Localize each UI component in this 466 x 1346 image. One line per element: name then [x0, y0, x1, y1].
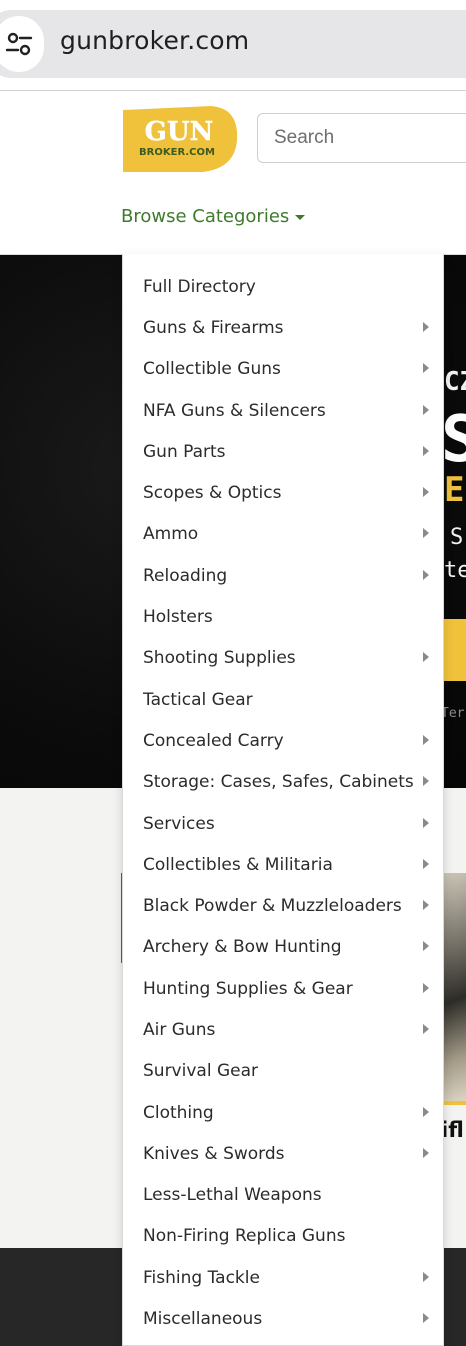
menu-item-label: Collectible Guns [143, 359, 281, 380]
chevron-right-icon [423, 487, 429, 498]
menu-item-label: Non-Firing Replica Guns [143, 1226, 346, 1247]
browse-categories-menu: Full Directory Guns & Firearms Collectible… [122, 254, 444, 1346]
chevron-right-icon [423, 900, 429, 911]
chevron-right-icon [423, 1271, 429, 1282]
menu-item[interactable]: Fishing Tackle [123, 1257, 443, 1298]
hero-text-fragment: CZ [444, 367, 466, 397]
chevron-right-icon [423, 569, 429, 580]
site-header: GUN BROKER.COM Browse Categories [0, 91, 466, 255]
chevron-right-icon [423, 1147, 429, 1158]
svg-text:GUN: GUN [145, 117, 214, 147]
chevron-right-icon [423, 941, 429, 952]
menu-item[interactable]: NFA Guns & Silencers [123, 390, 443, 431]
menu-item-label: Archery & Bow Hunting [143, 937, 342, 958]
browser-toolbar: gunbroker.com [0, 0, 466, 91]
gunbroker-logo[interactable]: GUN BROKER.COM [119, 104, 239, 174]
menu-item-label: Shooting Supplies [143, 648, 296, 669]
chevron-right-icon [423, 1106, 429, 1117]
menu-item-label: Storage: Cases, Safes, Cabinets [143, 772, 414, 793]
menu-item-label: Miscellaneous [143, 1309, 263, 1330]
menu-item-label: Concealed Carry [143, 730, 284, 751]
browse-categories-button[interactable]: Browse Categories [121, 206, 306, 227]
menu-item[interactable]: Miscellaneous [123, 1298, 443, 1339]
product-image[interactable] [444, 873, 466, 1101]
hero-subhead-fragment: E [444, 470, 465, 510]
site-settings-button[interactable] [0, 16, 44, 72]
menu-item-label: Knives & Swords [143, 1143, 285, 1164]
chevron-right-icon [423, 776, 429, 787]
chevron-right-icon [423, 1023, 429, 1034]
page: gunbroker.com GUN BROKER.COM Browse Cate… [0, 0, 466, 1346]
menu-item[interactable]: Air Guns [123, 1009, 443, 1050]
chevron-right-icon [423, 734, 429, 745]
chevron-right-icon [423, 445, 429, 456]
menu-item[interactable]: Scopes & Optics [123, 472, 443, 513]
chevron-right-icon [423, 817, 429, 828]
menu-item[interactable]: Collectibles & Militaria [123, 844, 443, 885]
menu-item-label: Clothing [143, 1102, 214, 1123]
menu-item-label: Hunting Supplies & Gear [143, 978, 353, 999]
menu-item-label: Tactical Gear [143, 689, 253, 710]
product-accent-strip [444, 1101, 466, 1105]
menu-item-label: Scopes & Optics [143, 483, 282, 504]
menu-item-label: Collectibles & Militaria [143, 854, 333, 875]
hero-headline-fragment: S [441, 403, 466, 477]
chevron-right-icon [423, 858, 429, 869]
chevron-right-icon [423, 982, 429, 993]
tune-icon [5, 32, 33, 56]
menu-item-label: Black Powder & Muzzleloaders [143, 896, 402, 917]
chevron-right-icon [423, 1313, 429, 1324]
menu-item[interactable]: Holsters [123, 596, 443, 637]
hero-copy-fragment-2: te [444, 558, 466, 583]
chevron-right-icon [423, 652, 429, 663]
menu-item-label: Reloading [143, 565, 228, 586]
menu-item[interactable]: Clothing [123, 1092, 443, 1133]
menu-item-label: Air Guns [143, 1019, 216, 1040]
menu-item[interactable]: Full Directory [123, 266, 443, 307]
menu-item[interactable]: Knives & Swords [123, 1133, 443, 1174]
chevron-right-icon [423, 363, 429, 374]
menu-item[interactable]: Less-Lethal Weapons [123, 1175, 443, 1216]
chevron-right-icon [423, 528, 429, 539]
menu-item-label: NFA Guns & Silencers [143, 400, 326, 421]
hero-terms-fragment: Ter [441, 706, 465, 721]
menu-item-label: Survival Gear [143, 1061, 258, 1082]
menu-item[interactable]: Hunting Supplies & Gear [123, 968, 443, 1009]
menu-item-label: Holsters [143, 607, 213, 628]
menu-item-label: Guns & Firearms [143, 317, 284, 338]
hero-cta-button[interactable] [444, 619, 466, 681]
hero-copy-fragment: S [450, 525, 464, 550]
menu-item-label: Less-Lethal Weapons [143, 1185, 322, 1206]
product-title-fragment[interactable]: ifl [441, 1118, 464, 1142]
menu-item-label: Fishing Tackle [143, 1267, 260, 1288]
menu-item[interactable]: Concealed Carry [123, 720, 443, 761]
menu-item[interactable]: Reloading [123, 555, 443, 596]
menu-item[interactable]: Storage: Cases, Safes, Cabinets [123, 762, 443, 803]
menu-item-label: Gun Parts [143, 441, 226, 462]
menu-item[interactable]: Services [123, 803, 443, 844]
caret-down-icon [295, 215, 306, 220]
browse-categories-label: Browse Categories [121, 206, 290, 227]
menu-item[interactable]: Ammo [123, 514, 443, 555]
menu-item-label: Full Directory [143, 276, 256, 297]
menu-item[interactable]: Guns & Firearms [123, 307, 443, 348]
menu-item-label: Ammo [143, 524, 199, 545]
url-text[interactable]: gunbroker.com [60, 26, 249, 55]
menu-item-label: Services [143, 813, 215, 834]
menu-item[interactable]: Non-Firing Replica Guns [123, 1216, 443, 1257]
chevron-right-icon [423, 404, 429, 415]
menu-item[interactable]: Shooting Supplies [123, 638, 443, 679]
chevron-right-icon [423, 321, 429, 332]
menu-item[interactable]: Archery & Bow Hunting [123, 927, 443, 968]
menu-item[interactable]: Survival Gear [123, 1051, 443, 1092]
menu-item[interactable]: Collectible Guns [123, 349, 443, 390]
search-input[interactable] [257, 113, 466, 163]
svg-text:BROKER.COM: BROKER.COM [139, 147, 215, 158]
menu-item[interactable]: Gun Parts [123, 431, 443, 472]
menu-item[interactable]: Tactical Gear [123, 679, 443, 720]
menu-item[interactable]: Black Powder & Muzzleloaders [123, 885, 443, 926]
